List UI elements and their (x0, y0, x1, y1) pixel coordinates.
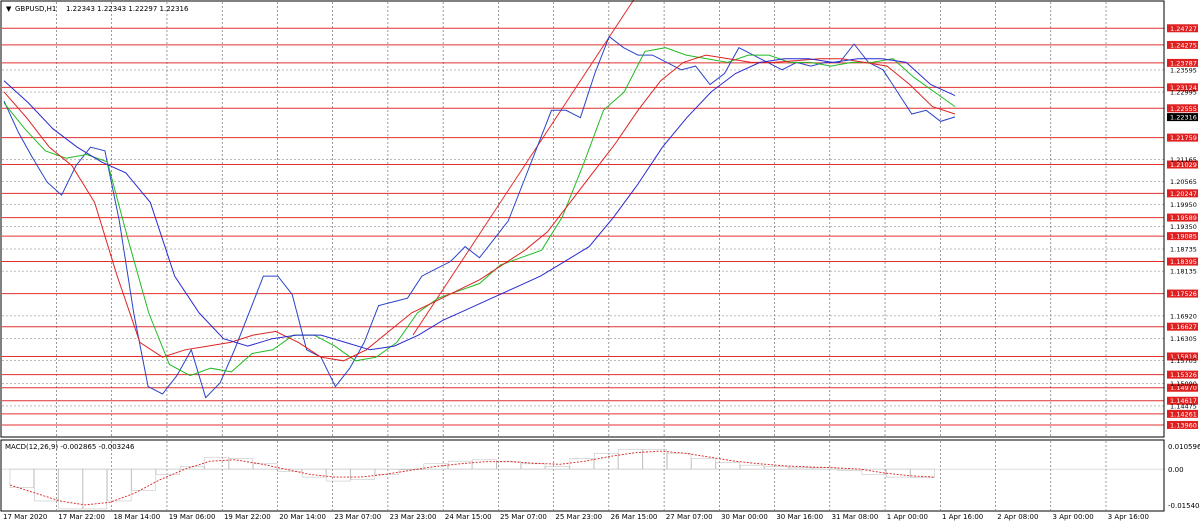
macd-label: MACD(12,26,9) -0.002865 -0.003246 (5, 443, 135, 451)
price-tick-label: 1.16305 (1170, 335, 1197, 343)
time-tick-label: 1 Apr 00:00 (887, 513, 928, 521)
macd-axis-bottom: -0.015404 (1168, 502, 1200, 510)
time-tick-label: 17 Mar 22:00 (58, 513, 105, 521)
time-tick-label: 30 Mar 16:00 (776, 513, 823, 521)
time-tick-label: 19 Mar 06:00 (169, 513, 216, 521)
time-tick-label: 2 Apr 08:00 (997, 513, 1038, 521)
price-tick-label: 1.15705 (1170, 357, 1197, 365)
chart-canvas[interactable]: 1.247271.242751.237871.231241.225551.217… (0, 0, 1200, 524)
macd-axis-top: 0.010596 (1168, 443, 1200, 451)
price-tick-label: 1.14475 (1170, 402, 1197, 410)
time-tick-label: 17 Mar 2020 (3, 513, 47, 521)
macd-axis-zero: 0.00 (1168, 466, 1184, 474)
time-tick-label: 23 Mar 07:00 (334, 513, 381, 521)
time-tick-label: 30 Mar 00:00 (721, 513, 768, 521)
price-tick-label: 1.16920 (1170, 312, 1197, 320)
time-tick-label: 18 Mar 14:00 (113, 513, 160, 521)
trading-chart[interactable]: 1.24727 1.24275 1.23787 1.23124 1.22555 1.217… (0, 0, 1200, 524)
level-label: 1.15326 (1170, 371, 1197, 379)
time-tick-label: 3 Apr 00:00 (1053, 513, 1094, 521)
time-tick-label: 26 Mar 15:00 (611, 513, 658, 521)
dropdown-triangle-icon[interactable]: ▼ (6, 5, 12, 13)
time-tick-label: 19 Mar 22:00 (224, 513, 271, 521)
level-label: 1.13960 (1170, 421, 1197, 429)
current-price-label: 1.22316 (1170, 114, 1197, 122)
level-label: 1.16627 (1170, 323, 1197, 331)
price-tick-label: 1.22995 (1170, 89, 1197, 97)
time-tick-label: 3 Apr 16:00 (1108, 513, 1149, 521)
level-label: 1.19589 (1170, 214, 1197, 222)
price-tick-label: 1.21165 (1170, 156, 1197, 164)
time-tick-label: 25 Mar 23:00 (555, 513, 602, 521)
time-axis: 17 Mar 2020 17 Mar 22:00 18 Mar 14:00 19 Ma… (3, 513, 1149, 521)
price-tick-label: 1.19350 (1170, 223, 1197, 231)
macd-bar (399, 468, 424, 470)
price-tick-label: 1.20565 (1170, 178, 1197, 186)
symbol-label: GBPUSD,H1 (15, 5, 56, 13)
ohlc-readout: 1.22343 1.22343 1.22297 1.22316 (66, 5, 189, 13)
time-tick-label: 25 Mar 07:00 (500, 513, 547, 521)
level-label: 1.21759 (1170, 134, 1197, 142)
level-label: 1.19085 (1170, 233, 1197, 241)
level-label: 1.22555 (1170, 105, 1197, 113)
time-tick-label: 31 Mar 08:00 (832, 513, 879, 521)
level-label: 1.20247 (1170, 190, 1197, 198)
level-label: 1.24275 (1170, 41, 1197, 49)
time-tick-label: 27 Mar 07:00 (666, 513, 713, 521)
time-tick-label: 23 Mar 23:00 (390, 513, 437, 521)
time-tick-label: 1 Apr 16:00 (942, 513, 983, 521)
price-tick-label: 1.15090 (1170, 380, 1197, 388)
price-tick-label: 1.23595 (1170, 66, 1197, 74)
level-label: 1.18395 (1170, 258, 1197, 266)
price-tick-label: 1.18735 (1170, 246, 1197, 254)
price-tick-label: 1.18135 (1170, 268, 1197, 276)
price-tick-label: 1.19950 (1170, 201, 1197, 209)
time-tick-label: 24 Mar 15:00 (445, 513, 492, 521)
level-label: 1.14261 (1170, 410, 1197, 418)
level-label: 1.17526 (1170, 290, 1197, 298)
time-tick-label: 20 Mar 14:00 (279, 513, 326, 521)
level-label: 1.24727 (1170, 25, 1197, 33)
